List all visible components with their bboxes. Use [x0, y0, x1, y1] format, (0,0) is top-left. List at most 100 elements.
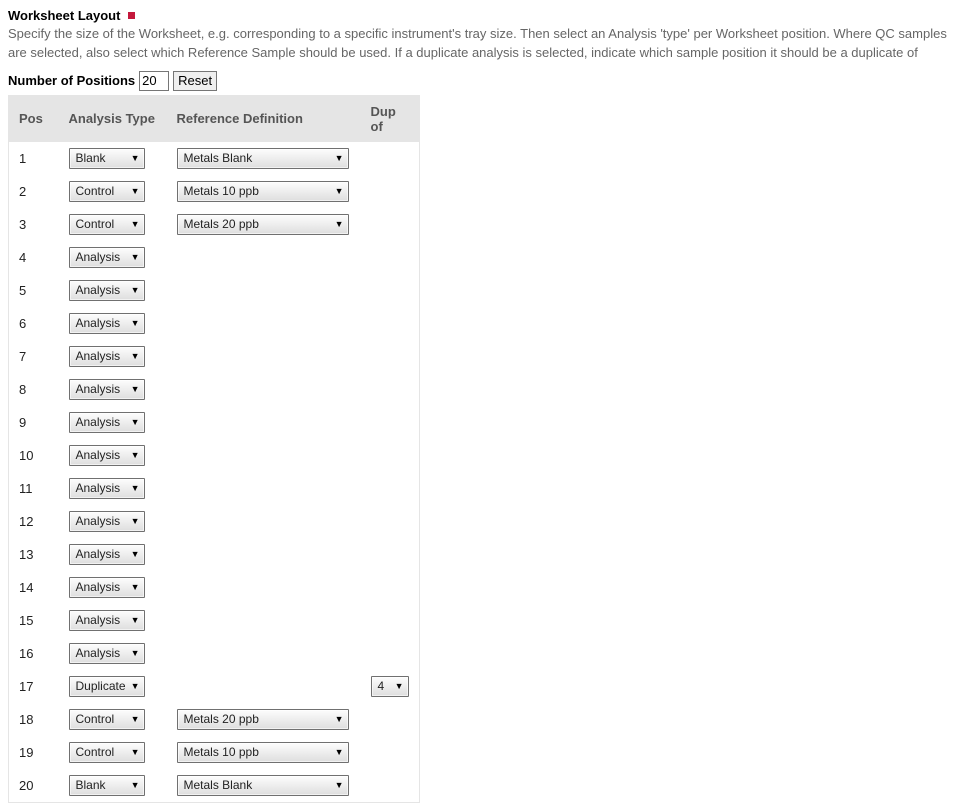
chevron-down-icon: ▼ [131, 219, 140, 229]
analysis-type-select[interactable]: Analysis ▼ [69, 511, 145, 532]
pos-cell: 15 [9, 604, 59, 637]
table-row: 18Control▼Metals 20 ppb▼ [9, 703, 420, 736]
analysis-type-select[interactable]: Control▼ [69, 709, 145, 730]
analysis-type-select-value: Analysis [76, 514, 121, 528]
pos-cell: 13 [9, 538, 59, 571]
chevron-down-icon: ▼ [131, 450, 140, 460]
reference-definition-select[interactable]: Metals 20 ppb ▼ [177, 214, 349, 235]
analysis-type-select-value: Analysis [76, 580, 121, 594]
col-header-pos: Pos [9, 95, 59, 142]
table-row: 4Analysis▼ [9, 241, 420, 274]
table-row: 10 Analysis ▼ [9, 439, 420, 472]
analysis-type-select-value: Analysis [76, 250, 121, 264]
section-heading: Worksheet Layout [8, 8, 120, 23]
dup-of-select-value: 4 [378, 679, 385, 693]
analysis-type-select-value: Control [76, 184, 115, 198]
analysis-type-select-value: Blank [76, 151, 106, 165]
reference-definition-select[interactable]: Metals Blank▼ [177, 148, 349, 169]
table-row: 5 Analysis ▼ [9, 274, 420, 307]
pos-cell: 8 [9, 373, 59, 406]
chevron-down-icon: ▼ [131, 516, 140, 526]
analysis-type-select[interactable]: Control▼ [69, 214, 145, 235]
table-row: 14Analysis▼ [9, 571, 420, 604]
chevron-down-icon: ▼ [131, 285, 140, 295]
required-icon [128, 12, 135, 19]
reset-button[interactable]: Reset [173, 71, 217, 91]
analysis-type-select[interactable]: Analysis ▼ [69, 247, 145, 268]
reference-definition-select-value: Metals 20 ppb [184, 217, 259, 231]
analysis-type-select[interactable]: Analysis ▼ [69, 577, 145, 598]
table-row: 19Control▼Metals 10 ppb▼ [9, 736, 420, 769]
table-row: 2Control▼Metals 10 ppb▼ [9, 175, 420, 208]
table-row: 6 Analysis▼ [9, 307, 420, 340]
pos-cell: 16 [9, 637, 59, 670]
analysis-type-select-value: Analysis [76, 415, 121, 429]
reference-definition-select[interactable]: Metals Blank▼ [177, 775, 349, 796]
col-header-dup: Dup of [361, 95, 420, 142]
chevron-down-icon: ▼ [131, 483, 140, 493]
chevron-down-icon: ▼ [131, 582, 140, 592]
analysis-type-select[interactable]: Duplicate ▼ [69, 676, 145, 697]
pos-cell: 3 [9, 208, 59, 241]
reference-definition-select-value: Metals Blank [184, 778, 253, 792]
col-header-ref: Reference Definition [167, 95, 361, 142]
pos-cell: 6 [9, 307, 59, 340]
pos-cell: 9 [9, 406, 59, 439]
pos-cell: 7 [9, 340, 59, 373]
pos-cell: 1 [9, 142, 59, 175]
analysis-type-select-value: Analysis [76, 547, 121, 561]
chevron-down-icon: ▼ [131, 417, 140, 427]
analysis-type-select[interactable]: Analysis▼ [69, 346, 145, 367]
chevron-down-icon: ▼ [131, 351, 140, 361]
table-row: 17 Duplicate ▼ 4▼ [9, 670, 420, 703]
table-row: 7 Analysis▼ [9, 340, 420, 373]
analysis-type-select[interactable]: Analysis ▼ [69, 280, 145, 301]
analysis-type-select[interactable]: Control ▼ [69, 181, 145, 202]
reference-definition-select[interactable]: Metals 20 ppb▼ [177, 709, 349, 730]
chevron-down-icon: ▼ [131, 681, 140, 691]
table-row: 15 Analysis▼ [9, 604, 420, 637]
analysis-type-select[interactable]: Analysis▼ [69, 544, 145, 565]
chevron-down-icon: ▼ [131, 186, 140, 196]
analysis-type-select[interactable]: Analysis▼ [69, 643, 145, 664]
table-row: 12Analysis▼ [9, 505, 420, 538]
analysis-type-select-value: Analysis [76, 382, 121, 396]
analysis-type-select[interactable]: Analysis ▼ [69, 445, 145, 466]
table-row: 16 Analysis▼ [9, 637, 420, 670]
num-positions-label: Number of Positions [8, 73, 135, 88]
analysis-type-select[interactable]: Analysis▼ [69, 313, 145, 334]
layout-table: Pos Analysis Type Reference Definition D… [8, 95, 420, 803]
chevron-down-icon: ▼ [335, 186, 344, 196]
chevron-down-icon: ▼ [131, 780, 140, 790]
reference-definition-select[interactable]: Metals 10 ppb ▼ [177, 742, 349, 763]
analysis-type-select[interactable]: Analysis▼ [69, 379, 145, 400]
analysis-type-select-value: Analysis [76, 613, 121, 627]
reference-definition-select-value: Metals 10 ppb [184, 745, 259, 759]
analysis-type-select[interactable]: Blank▼ [69, 775, 145, 796]
chevron-down-icon: ▼ [335, 219, 344, 229]
table-row: 13 Analysis▼ [9, 538, 420, 571]
dup-of-select[interactable]: 4▼ [371, 676, 409, 697]
analysis-type-select[interactable]: Control▼ [69, 742, 145, 763]
chevron-down-icon: ▼ [131, 153, 140, 163]
analysis-type-select-value: Analysis [76, 448, 121, 462]
reference-definition-select[interactable]: Metals 10 ppb▼ [177, 181, 349, 202]
analysis-type-select-value: Duplicate [76, 679, 126, 693]
chevron-down-icon: ▼ [131, 252, 140, 262]
pos-cell: 5 [9, 274, 59, 307]
analysis-type-select-value: Analysis [76, 646, 121, 660]
pos-cell: 17 [9, 670, 59, 703]
analysis-type-select[interactable]: Blank ▼ [69, 148, 145, 169]
chevron-down-icon: ▼ [131, 318, 140, 328]
analysis-type-select[interactable]: Analysis▼ [69, 610, 145, 631]
pos-cell: 10 [9, 439, 59, 472]
reference-definition-select-value: Metals 20 ppb [184, 712, 259, 726]
analysis-type-select-value: Analysis [76, 481, 121, 495]
chevron-down-icon: ▼ [335, 747, 344, 757]
analysis-type-select-value: Analysis [76, 283, 121, 297]
analysis-type-select[interactable]: Analysis ▼ [69, 478, 145, 499]
num-positions-input[interactable] [139, 71, 169, 91]
analysis-type-select[interactable]: Analysis ▼ [69, 412, 145, 433]
analysis-type-select-value: Control [76, 745, 115, 759]
table-row: 3 Control▼ Metals 20 ppb ▼ [9, 208, 420, 241]
